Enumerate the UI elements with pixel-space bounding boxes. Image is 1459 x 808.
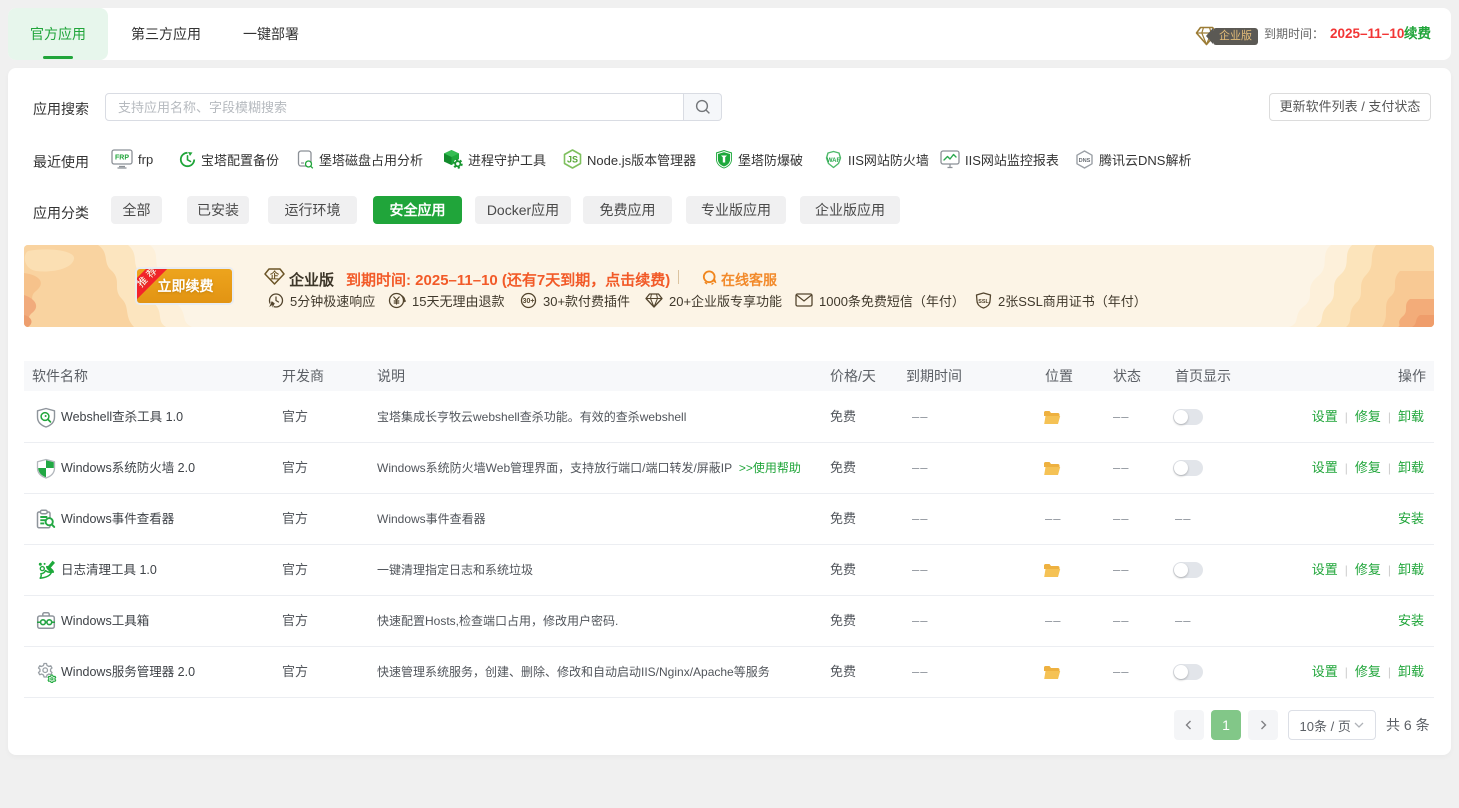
svg-text:DNS: DNS xyxy=(1079,158,1091,164)
svg-text:SSL: SSL xyxy=(978,299,989,305)
svg-text:JS: JS xyxy=(567,155,578,165)
svg-text:WAF: WAF xyxy=(827,158,841,164)
svg-text:30+: 30+ xyxy=(523,298,535,305)
svg-text:FRP: FRP xyxy=(115,155,129,162)
svg-text:企: 企 xyxy=(269,270,280,281)
